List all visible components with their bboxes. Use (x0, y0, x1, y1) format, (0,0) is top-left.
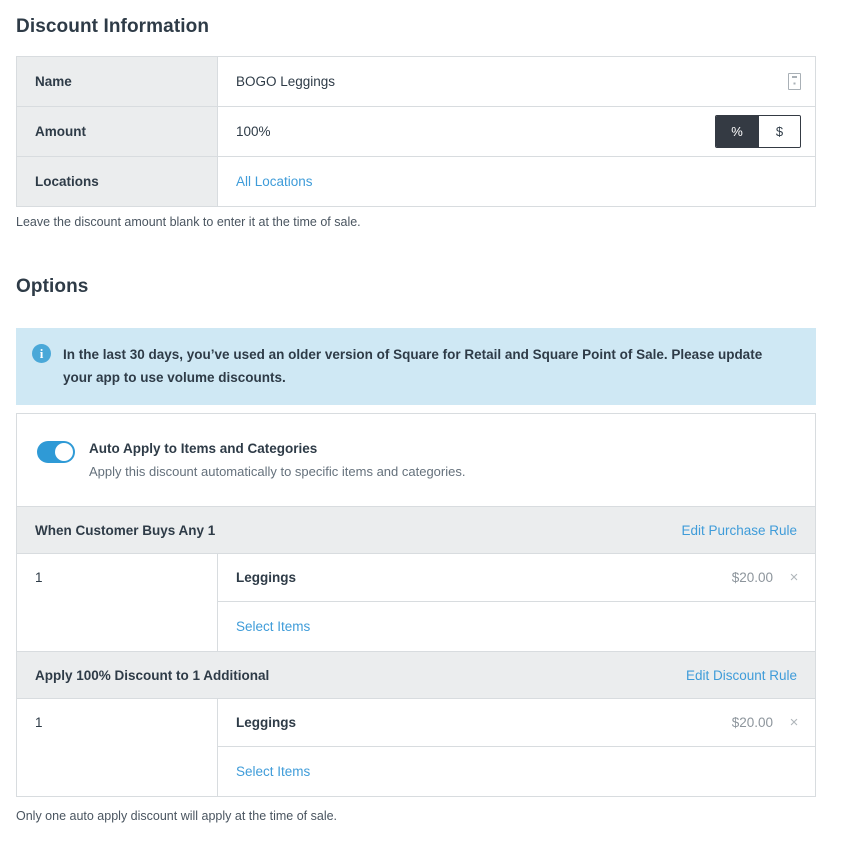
item-name: Leggings (236, 715, 296, 730)
table-row-name: Name BOGO Leggings (17, 57, 815, 107)
discount-rule-select-items-row: Select Items (218, 747, 815, 796)
purchase-rule-body: 1 Leggings $20.00 × Select Items (17, 554, 815, 652)
auto-apply-caption: Only one auto apply discount will apply … (16, 809, 338, 823)
label-tag-icon[interactable] (788, 73, 801, 90)
options-heading: Options (16, 276, 89, 297)
remove-item-icon[interactable]: × (787, 570, 801, 585)
table-row-amount: Amount 100% % $ (17, 107, 815, 157)
volume-discount-info-banner: i In the last 30 days, you’ve used an ol… (16, 328, 816, 405)
name-value-cell[interactable]: BOGO Leggings (218, 57, 815, 106)
locations-label: Locations (17, 157, 218, 206)
edit-discount-rule-link[interactable]: Edit Discount Rule (686, 668, 797, 683)
locations-value-cell: All Locations (218, 157, 815, 206)
name-label: Name (17, 57, 218, 106)
purchase-rule-title: When Customer Buys Any 1 (35, 522, 216, 538)
item-price: $20.00 (731, 715, 773, 730)
purchase-rule-quantity: 1 (17, 554, 218, 651)
options-card: Auto Apply to Items and Categories Apply… (16, 413, 816, 797)
auto-apply-texts: Auto Apply to Items and Categories Apply… (89, 440, 465, 480)
percent-unit-button[interactable]: % (716, 116, 758, 147)
purchase-rule-select-items-row: Select Items (218, 602, 815, 651)
edit-purchase-rule-link[interactable]: Edit Purchase Rule (681, 523, 797, 538)
discount-amount-text: 100% (236, 124, 271, 139)
discount-rule-items: Leggings $20.00 × Select Items (218, 699, 815, 796)
select-items-link-discount[interactable]: Select Items (236, 764, 310, 779)
select-items-link-purchase[interactable]: Select Items (236, 619, 310, 634)
item-price: $20.00 (731, 570, 773, 585)
discount-name-text: BOGO Leggings (236, 74, 336, 89)
discount-information-table: Name BOGO Leggings Amount 100% % $ Locat… (16, 56, 816, 207)
discount-editor-page: Discount Information Name BOGO Leggings … (0, 0, 842, 846)
discount-rule-body: 1 Leggings $20.00 × Select Items (17, 699, 815, 796)
table-row: Leggings $20.00 × (218, 699, 815, 747)
amount-unit-toggle: % $ (715, 115, 801, 148)
discount-rule-title: Apply 100% Discount to 1 Additional (35, 667, 270, 683)
auto-apply-subtitle: Apply this discount automatically to spe… (89, 464, 466, 479)
remove-item-icon[interactable]: × (787, 715, 801, 730)
auto-apply-title: Auto Apply to Items and Categories (89, 441, 318, 456)
discount-rule-header: Apply 100% Discount to 1 Additional Edit… (17, 652, 815, 699)
purchase-rule-header: When Customer Buys Any 1 Edit Purchase R… (17, 507, 815, 554)
auto-apply-section: Auto Apply to Items and Categories Apply… (17, 414, 815, 507)
auto-apply-toggle[interactable] (37, 441, 75, 463)
dollar-unit-button[interactable]: $ (758, 116, 800, 147)
amount-label: Amount (17, 107, 218, 156)
info-circle-icon: i (32, 344, 51, 363)
discount-amount-caption: Leave the discount amount blank to enter… (16, 215, 361, 229)
purchase-rule-items: Leggings $20.00 × Select Items (218, 554, 815, 651)
discount-rule-quantity: 1 (17, 699, 218, 796)
table-row-locations: Locations All Locations (17, 157, 815, 206)
info-banner-text: In the last 30 days, you’ve used an olde… (63, 347, 763, 385)
all-locations-link[interactable]: All Locations (236, 174, 313, 189)
table-row: Leggings $20.00 × (218, 554, 815, 602)
discount-information-heading: Discount Information (16, 16, 210, 37)
item-name: Leggings (236, 570, 296, 585)
amount-value-cell[interactable]: 100% % $ (218, 107, 815, 156)
